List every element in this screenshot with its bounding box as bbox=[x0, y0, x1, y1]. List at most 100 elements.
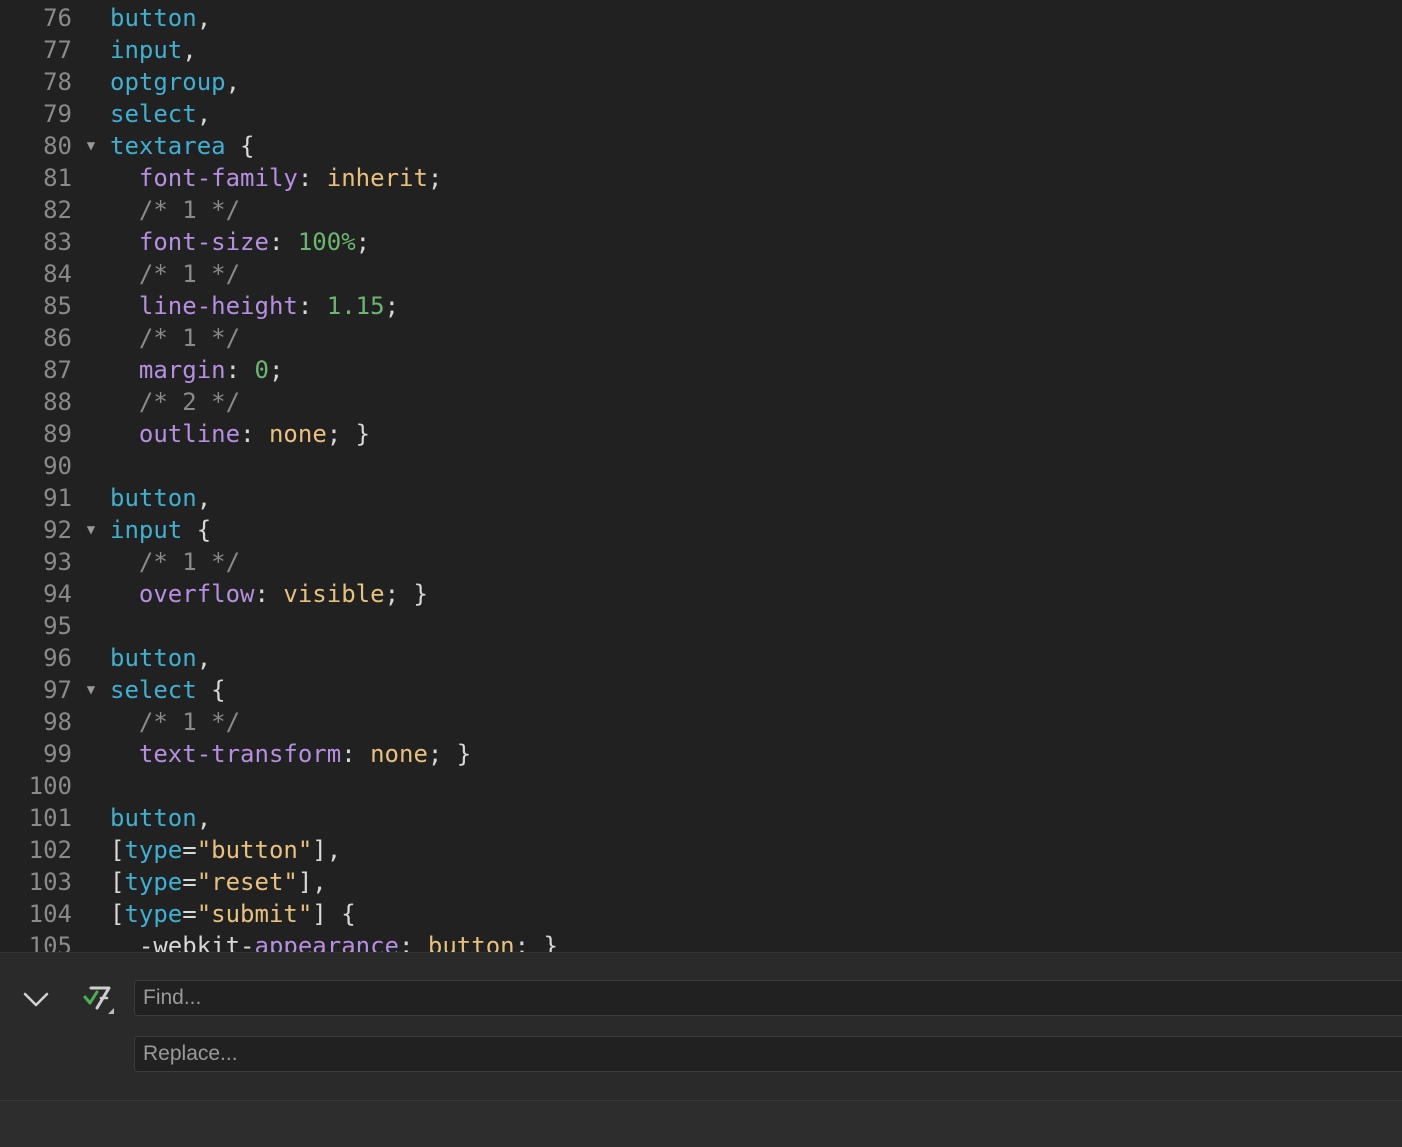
code-line[interactable]: 90 bbox=[0, 450, 1402, 482]
code-line[interactable]: 76 button, bbox=[0, 2, 1402, 34]
code-token: button bbox=[110, 644, 197, 672]
collapse-find-button[interactable] bbox=[18, 983, 54, 1015]
find-input[interactable] bbox=[135, 981, 1402, 1015]
code-editor[interactable]: 76 button, 77 input, 78 optgroup, 79 select, 80 ▼… bbox=[0, 0, 1402, 952]
code-line[interactable]: 88 /* 2 */ bbox=[0, 386, 1402, 418]
code-token: ; bbox=[384, 292, 400, 320]
code-text: text-transform: none; } bbox=[110, 738, 471, 770]
code-line[interactable]: 80 ▼ textarea { bbox=[0, 130, 1402, 162]
code-line[interactable]: 91 button, bbox=[0, 482, 1402, 514]
code-token: visible bbox=[283, 580, 385, 608]
fold-toggle-icon[interactable]: ▼ bbox=[82, 674, 100, 706]
code-token: 0 bbox=[254, 356, 269, 384]
code-text: -webkit-appearance: button; } bbox=[110, 930, 558, 952]
line-number: 88 bbox=[43, 388, 72, 416]
code-line[interactable]: 103 [type="reset"], bbox=[0, 866, 1402, 898]
code-line[interactable]: 81 font-family: inherit; bbox=[0, 162, 1402, 194]
code-line[interactable]: 78 optgroup, bbox=[0, 66, 1402, 98]
code-token: ], bbox=[297, 868, 327, 896]
code-token: none bbox=[370, 740, 428, 768]
code-line[interactable]: 89 outline: none; } bbox=[0, 418, 1402, 450]
code-token: , bbox=[225, 68, 241, 96]
code-token: optgroup bbox=[110, 68, 226, 96]
code-token: ; bbox=[427, 164, 443, 192]
code-token: ; bbox=[268, 356, 284, 384]
code-text: input, bbox=[110, 34, 197, 66]
code-token: { bbox=[182, 516, 212, 544]
code-line[interactable]: 102 [type="button"], bbox=[0, 834, 1402, 866]
code-text: /* 1 */ bbox=[110, 322, 240, 354]
code-token: ; } bbox=[514, 932, 558, 952]
code-token: : bbox=[254, 580, 284, 608]
line-number: 97 bbox=[43, 676, 72, 704]
code-token: , bbox=[196, 804, 212, 832]
code-line[interactable]: 92 ▼ input { bbox=[0, 514, 1402, 546]
code-line[interactable]: 94 overflow: visible; } bbox=[0, 578, 1402, 610]
code-token: ; bbox=[355, 228, 371, 256]
code-token: input bbox=[110, 516, 183, 544]
line-number: 101 bbox=[28, 804, 72, 832]
code-text: outline: none; } bbox=[110, 418, 370, 450]
code-token: ], bbox=[312, 836, 342, 864]
code-token: { bbox=[225, 132, 255, 160]
code-line[interactable]: 79 select, bbox=[0, 98, 1402, 130]
line-number: 105 bbox=[28, 932, 72, 952]
code-token: /* 1 */ bbox=[138, 324, 241, 352]
line-number: 104 bbox=[28, 900, 72, 928]
find-replace-panel bbox=[0, 952, 1402, 1101]
code-token: : bbox=[268, 228, 298, 256]
code-line[interactable]: 95 bbox=[0, 610, 1402, 642]
code-line[interactable]: 82 /* 1 */ bbox=[0, 194, 1402, 226]
code-token: ] { bbox=[312, 900, 356, 928]
line-number: 87 bbox=[43, 356, 72, 384]
code-line[interactable]: 86 /* 1 */ bbox=[0, 322, 1402, 354]
code-text: select, bbox=[110, 98, 211, 130]
code-token: font-family bbox=[138, 164, 298, 192]
regex-toggle-icon bbox=[83, 986, 114, 1014]
find-panel-footer bbox=[0, 1100, 1402, 1147]
code-line[interactable]: 83 font-size: 100%; bbox=[0, 226, 1402, 258]
code-line[interactable]: 104 [type="submit"] { bbox=[0, 898, 1402, 930]
fold-toggle-icon[interactable]: ▼ bbox=[82, 130, 100, 162]
code-token: , bbox=[196, 4, 212, 32]
code-line[interactable]: 101 button, bbox=[0, 802, 1402, 834]
code-line[interactable]: 97 ▼ select { bbox=[0, 674, 1402, 706]
code-token: = bbox=[182, 900, 197, 928]
code-text: margin: 0; bbox=[110, 354, 284, 386]
find-field[interactable] bbox=[134, 980, 1402, 1016]
regex-toggle-button[interactable] bbox=[80, 981, 118, 1017]
line-number: 79 bbox=[43, 100, 72, 128]
code-token: inherit bbox=[326, 164, 428, 192]
code-line[interactable]: 85 line-height: 1.15; bbox=[0, 290, 1402, 322]
code-token: select bbox=[110, 676, 197, 704]
code-text: textarea { bbox=[110, 130, 255, 162]
code-line[interactable]: 100 bbox=[0, 770, 1402, 802]
code-text: /* 1 */ bbox=[110, 258, 240, 290]
code-token: /* 1 */ bbox=[138, 548, 241, 576]
code-line[interactable]: 98 /* 1 */ bbox=[0, 706, 1402, 738]
code-line[interactable]: 96 button, bbox=[0, 642, 1402, 674]
code-text: /* 2 */ bbox=[110, 386, 240, 418]
code-token: , bbox=[182, 36, 197, 64]
line-number: 86 bbox=[43, 324, 72, 352]
code-token: button bbox=[110, 484, 197, 512]
code-text: button, bbox=[110, 802, 211, 834]
code-line[interactable]: 87 margin: 0; bbox=[0, 354, 1402, 386]
replace-input[interactable] bbox=[135, 1037, 1402, 1071]
line-number: 82 bbox=[43, 196, 72, 224]
replace-field[interactable] bbox=[134, 1036, 1402, 1072]
code-line[interactable]: 99 text-transform: none; } bbox=[0, 738, 1402, 770]
code-token: [ bbox=[110, 900, 125, 928]
code-line[interactable]: 93 /* 1 */ bbox=[0, 546, 1402, 578]
code-line[interactable]: 77 input, bbox=[0, 34, 1402, 66]
code-line[interactable]: 84 /* 1 */ bbox=[0, 258, 1402, 290]
chevron-down-icon bbox=[23, 992, 49, 1007]
code-token: : bbox=[297, 164, 327, 192]
fold-toggle-icon[interactable]: ▼ bbox=[82, 514, 100, 546]
line-number: 89 bbox=[43, 420, 72, 448]
line-number: 83 bbox=[43, 228, 72, 256]
code-line[interactable]: 105 -webkit-appearance: button; } bbox=[0, 930, 1402, 952]
